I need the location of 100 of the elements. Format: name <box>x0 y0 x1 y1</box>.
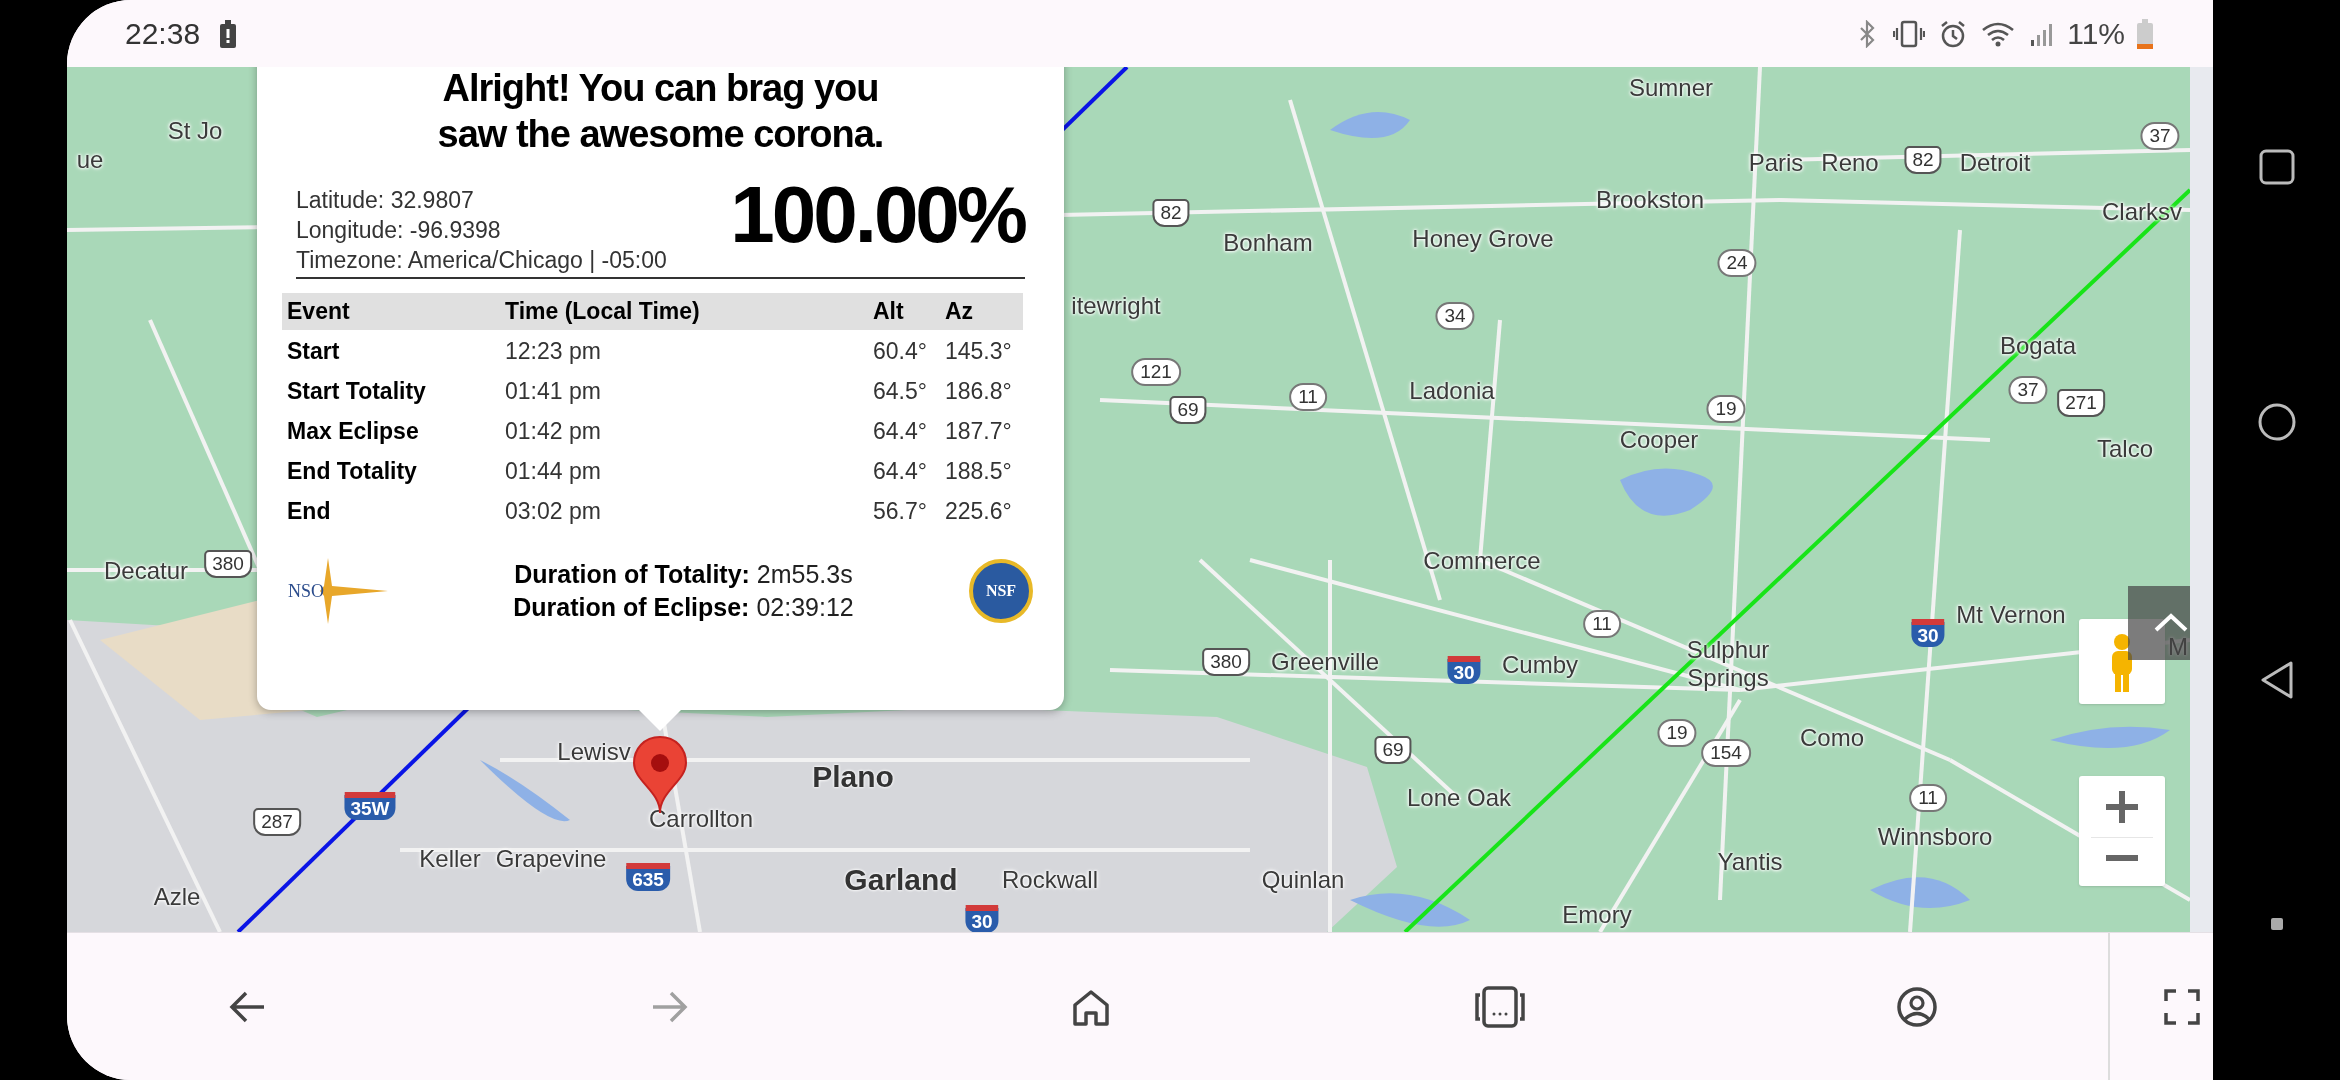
location-detail: Latitude: 32.9807 <box>296 186 475 215</box>
place-label: Winnsboro <box>1877 822 1993 852</box>
popup-pointer <box>638 709 682 731</box>
column-header: Az <box>940 293 1023 330</box>
state-route-marker: 11 <box>1909 784 1947 812</box>
column-header: Event <box>282 293 500 330</box>
place-label: Detroit <box>1959 148 2031 178</box>
table-cell-text: 01:41 pm <box>504 377 602 407</box>
map-view[interactable] <box>67 67 2190 932</box>
table-cell: 60.4° <box>868 330 940 370</box>
place-label: Honey Grove <box>1412 224 1554 254</box>
column-header: Alt <box>868 293 940 330</box>
interstate-shield: 35W <box>344 792 396 820</box>
chevron-up-icon <box>2152 612 2189 634</box>
city-label: Garland <box>844 861 958 898</box>
place-label: Azle <box>153 882 201 912</box>
popup-headline: Alright! You can brag you <box>442 67 879 111</box>
us-route-shield: 380 <box>1202 648 1250 676</box>
place-label: Greenville <box>1271 647 1379 677</box>
place-label: Cumby <box>1502 650 1578 680</box>
logo-text: NSF <box>985 581 1017 601</box>
table-cell-text: End <box>286 497 332 527</box>
location-detail: Longitude: -96.9398 <box>296 216 502 245</box>
place-label: Decatur <box>104 556 188 586</box>
table-cell-text: 187.7° <box>944 417 1013 447</box>
table-cell-text: 188.5° <box>944 457 1013 487</box>
us-route-shield: 82 <box>1152 199 1190 227</box>
us-route-shield: 287 <box>253 808 301 836</box>
place-label: Reno <box>1821 148 1879 178</box>
tab-switcher-icon <box>1474 984 1527 1029</box>
table-cell-text: 01:44 pm <box>504 457 602 487</box>
interstate-shield: 635 <box>626 863 670 891</box>
home-circle-icon[interactable] <box>2256 402 2297 443</box>
state-route-marker: 19 <box>1657 719 1697 747</box>
table-cell-text: 64.4° <box>872 457 928 487</box>
collapse-button[interactable] <box>2128 586 2190 660</box>
fullscreen-icon <box>2164 988 2201 1025</box>
place-label: Carrollton <box>649 804 753 834</box>
table-cell-text: 01:42 pm <box>504 417 602 447</box>
interstate-shield: 30 <box>1911 619 1945 647</box>
state-route-marker: 11 <box>1289 383 1327 411</box>
table-cell-text: 56.7° <box>872 497 928 527</box>
place-label: Ladonia <box>1409 376 1495 406</box>
table-cell-text: Max Eclipse <box>286 417 420 447</box>
state-route-marker: 121 <box>1131 358 1181 386</box>
state-route-marker: 154 <box>1701 739 1751 767</box>
place-label: Emory <box>1562 900 1632 930</box>
state-route-marker: 37 <box>2008 376 2048 404</box>
place-label: St Jo <box>167 116 223 146</box>
city-label: Plano <box>812 758 894 795</box>
popup-headline: saw the awesome corona. <box>437 112 884 157</box>
minus-icon <box>2104 854 2140 863</box>
table-cell-text: 64.5° <box>872 377 928 407</box>
table-cell: Start <box>282 330 500 370</box>
table-cell: 145.3° <box>940 330 1023 370</box>
us-route-shield: 69 <box>1374 736 1412 764</box>
place-label: itewright <box>1071 291 1161 321</box>
table-cell-text: 03:02 pm <box>504 497 602 527</box>
interstate-shield: 30 <box>1447 656 1481 684</box>
clock-time: 22:38 <box>125 16 201 52</box>
duration-line: Duration of Totality: 2m55.3s <box>514 559 853 590</box>
plus-icon <box>2104 788 2140 825</box>
place-label: Paris <box>1748 148 1804 178</box>
column-header: Time (Local Time) <box>500 293 868 330</box>
table-cell-text: 225.6° <box>944 497 1013 527</box>
place-label: Sumner <box>1629 73 1713 103</box>
battery-icon <box>2135 18 2155 49</box>
logo-text: NSO <box>288 579 324 603</box>
us-route-shield: 380 <box>204 550 252 578</box>
us-route-shield: 271 <box>2057 389 2105 417</box>
state-route-marker: 19 <box>1706 395 1746 423</box>
interstate-shield: 30 <box>965 905 999 932</box>
place-label: Commerce <box>1423 546 1541 576</box>
place-label: Brookston <box>1595 185 1705 215</box>
table-cell-text: 186.8° <box>944 377 1013 407</box>
place-label: Cooper <box>1619 425 1699 455</box>
table-cell-text: 64.4° <box>872 417 928 447</box>
table-cell-text: End Totality <box>286 457 418 487</box>
place-label: Mt Vernon <box>1956 600 2066 630</box>
battery-percentage: 11% <box>2067 16 2125 52</box>
state-route-marker: 24 <box>1717 249 1757 277</box>
table-cell-text: Start Totality <box>286 377 427 407</box>
place-label: ue <box>76 145 104 175</box>
place-label: Rockwall <box>1002 865 1098 895</box>
place-label: Como <box>1800 723 1864 753</box>
state-route-marker: 34 <box>1435 302 1475 330</box>
place-label: Lewisv <box>557 737 631 767</box>
us-route-shield: 69 <box>1169 396 1207 424</box>
recent-apps-icon[interactable] <box>2258 148 2295 185</box>
place-label: Quinlan <box>1261 865 1345 895</box>
place-label: Bonham <box>1223 228 1313 258</box>
coverage-percentage: 100.00% <box>730 171 1025 259</box>
state-route-marker: 11 <box>1583 610 1621 638</box>
place-label: Talco <box>2097 434 2153 464</box>
battery-alert-icon <box>218 19 239 48</box>
place-label: Keller <box>419 844 481 874</box>
place-label: Yantis <box>1717 847 1783 877</box>
duration-line: Duration of Eclipse: 02:39:12 <box>513 592 854 623</box>
us-route-shield: 82 <box>1904 146 1942 174</box>
table-cell: 12:23 pm <box>500 330 868 370</box>
